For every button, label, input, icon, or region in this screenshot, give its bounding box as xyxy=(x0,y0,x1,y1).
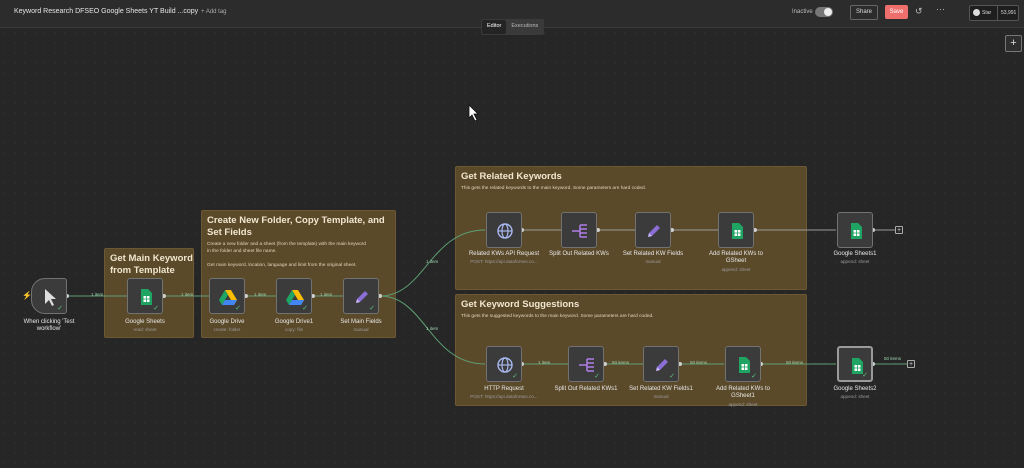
connection-item-count: 1 item xyxy=(426,259,439,264)
connection-item-count: 50 items xyxy=(612,360,630,365)
node-subtitle: read: sheet xyxy=(133,327,157,332)
node-related-kws-api-request[interactable] xyxy=(486,212,522,248)
node-subtitle: append: sheet xyxy=(721,267,751,272)
node-add-related-kws-to-gsheet1[interactable]: ✓ xyxy=(725,346,761,382)
success-check-icon: ✓ xyxy=(751,373,757,380)
node-label: Google Sheets xyxy=(125,319,165,325)
node-set-related-kw-fields1[interactable]: ✓ xyxy=(643,346,679,382)
node-set-main-fields[interactable]: ✓ xyxy=(343,278,379,314)
connection-item-count: 1 item xyxy=(320,292,333,297)
node-subtitle: manual xyxy=(645,259,661,264)
node-set-related-kw-fields[interactable] xyxy=(635,212,671,248)
node-subtitle: POST: https://api.dataforseo.co... xyxy=(470,259,538,264)
node-google-sheets2[interactable]: ✓ xyxy=(837,346,873,382)
success-check-icon: ✓ xyxy=(594,373,600,380)
node-label-line-1: When clicking 'Test xyxy=(23,319,75,325)
node-google-sheets[interactable]: ✓ xyxy=(127,278,163,314)
split-icon xyxy=(572,224,587,238)
node-split-out-related-kws1[interactable]: ✓ xyxy=(568,346,604,382)
mouse-cursor-icon xyxy=(468,104,479,122)
node-split-out-related-kws[interactable] xyxy=(561,212,597,248)
node-subtitle: append: sheet xyxy=(840,394,870,399)
connection-item-count: 1 item xyxy=(426,326,439,331)
google-sheets-icon xyxy=(732,223,743,239)
node-label: Split Out Related KWs xyxy=(549,251,609,257)
success-check-icon: ✓ xyxy=(669,373,675,380)
node-subtitle: manual xyxy=(353,327,369,332)
connection-item-count: 1 item xyxy=(254,292,267,297)
connection-item-count: 50 items xyxy=(786,360,804,365)
node-subtitle: append: sheet xyxy=(728,402,758,407)
globe-icon xyxy=(497,223,513,239)
node-label-line-1: Add Related KWs to xyxy=(708,251,764,257)
node-label: Related KWs API Request xyxy=(468,251,540,257)
success-check-icon: ✓ xyxy=(512,373,518,380)
node-subtitle: manual xyxy=(653,394,669,399)
success-check-icon: ✓ xyxy=(862,372,868,379)
node-add-related-kws-to-gsheet[interactable] xyxy=(718,212,754,248)
node-google-drive1[interactable]: ✓ xyxy=(276,278,312,314)
node-label-line-2: GSheet xyxy=(725,258,747,264)
node-label: Split Out Related KWs1 xyxy=(554,386,618,392)
connection-item-count: 1 item xyxy=(181,292,194,297)
node-label-line-2: workflow' xyxy=(36,326,62,332)
node-http-request[interactable]: ✓ xyxy=(486,346,522,382)
node-label-line-2: GSheet1 xyxy=(731,393,755,399)
node-label: Set Main Fields xyxy=(340,319,382,325)
node-label: Set Related KW Fields1 xyxy=(629,386,693,392)
node-subtitle: POST: https://api.dataforseo.co... xyxy=(470,394,538,399)
node-label: HTTP Request xyxy=(484,386,524,392)
success-check-icon: ✓ xyxy=(153,305,159,312)
success-check-icon: ✓ xyxy=(369,305,375,312)
node-label: Add Related KWs to GSheet xyxy=(696,251,776,265)
google-sheets-icon xyxy=(851,223,862,239)
connection-item-count: 1 item xyxy=(91,292,104,297)
connection-item-count: 1 item xyxy=(538,360,551,365)
node-subtitle: append: sheet xyxy=(840,259,870,264)
pencil-icon xyxy=(648,225,660,237)
add-next-node-button[interactable]: + xyxy=(907,360,915,368)
connection-item-count: 50 items xyxy=(690,360,708,365)
node-label-line-1: Add Related KWs to xyxy=(715,386,771,392)
node-label: Google Sheets2 xyxy=(833,386,877,392)
connection-item-count: 50 items xyxy=(884,356,902,361)
node-google-sheets1[interactable] xyxy=(837,212,873,248)
node-google-drive[interactable]: ✓ xyxy=(209,278,245,314)
node-label: Set Related KW Fields xyxy=(622,251,684,257)
add-next-node-button[interactable]: + xyxy=(895,226,903,234)
node-label: When clicking 'Test workflow' xyxy=(9,319,89,333)
node-label: Google Sheets1 xyxy=(833,251,877,257)
success-check-icon: ✓ xyxy=(235,305,241,312)
success-check-icon: ✓ xyxy=(302,305,308,312)
node-label: Add Related KWs to GSheet1 xyxy=(703,386,783,400)
success-check-icon: ✓ xyxy=(57,305,63,312)
node-manual-trigger[interactable]: ✓ xyxy=(31,278,67,314)
